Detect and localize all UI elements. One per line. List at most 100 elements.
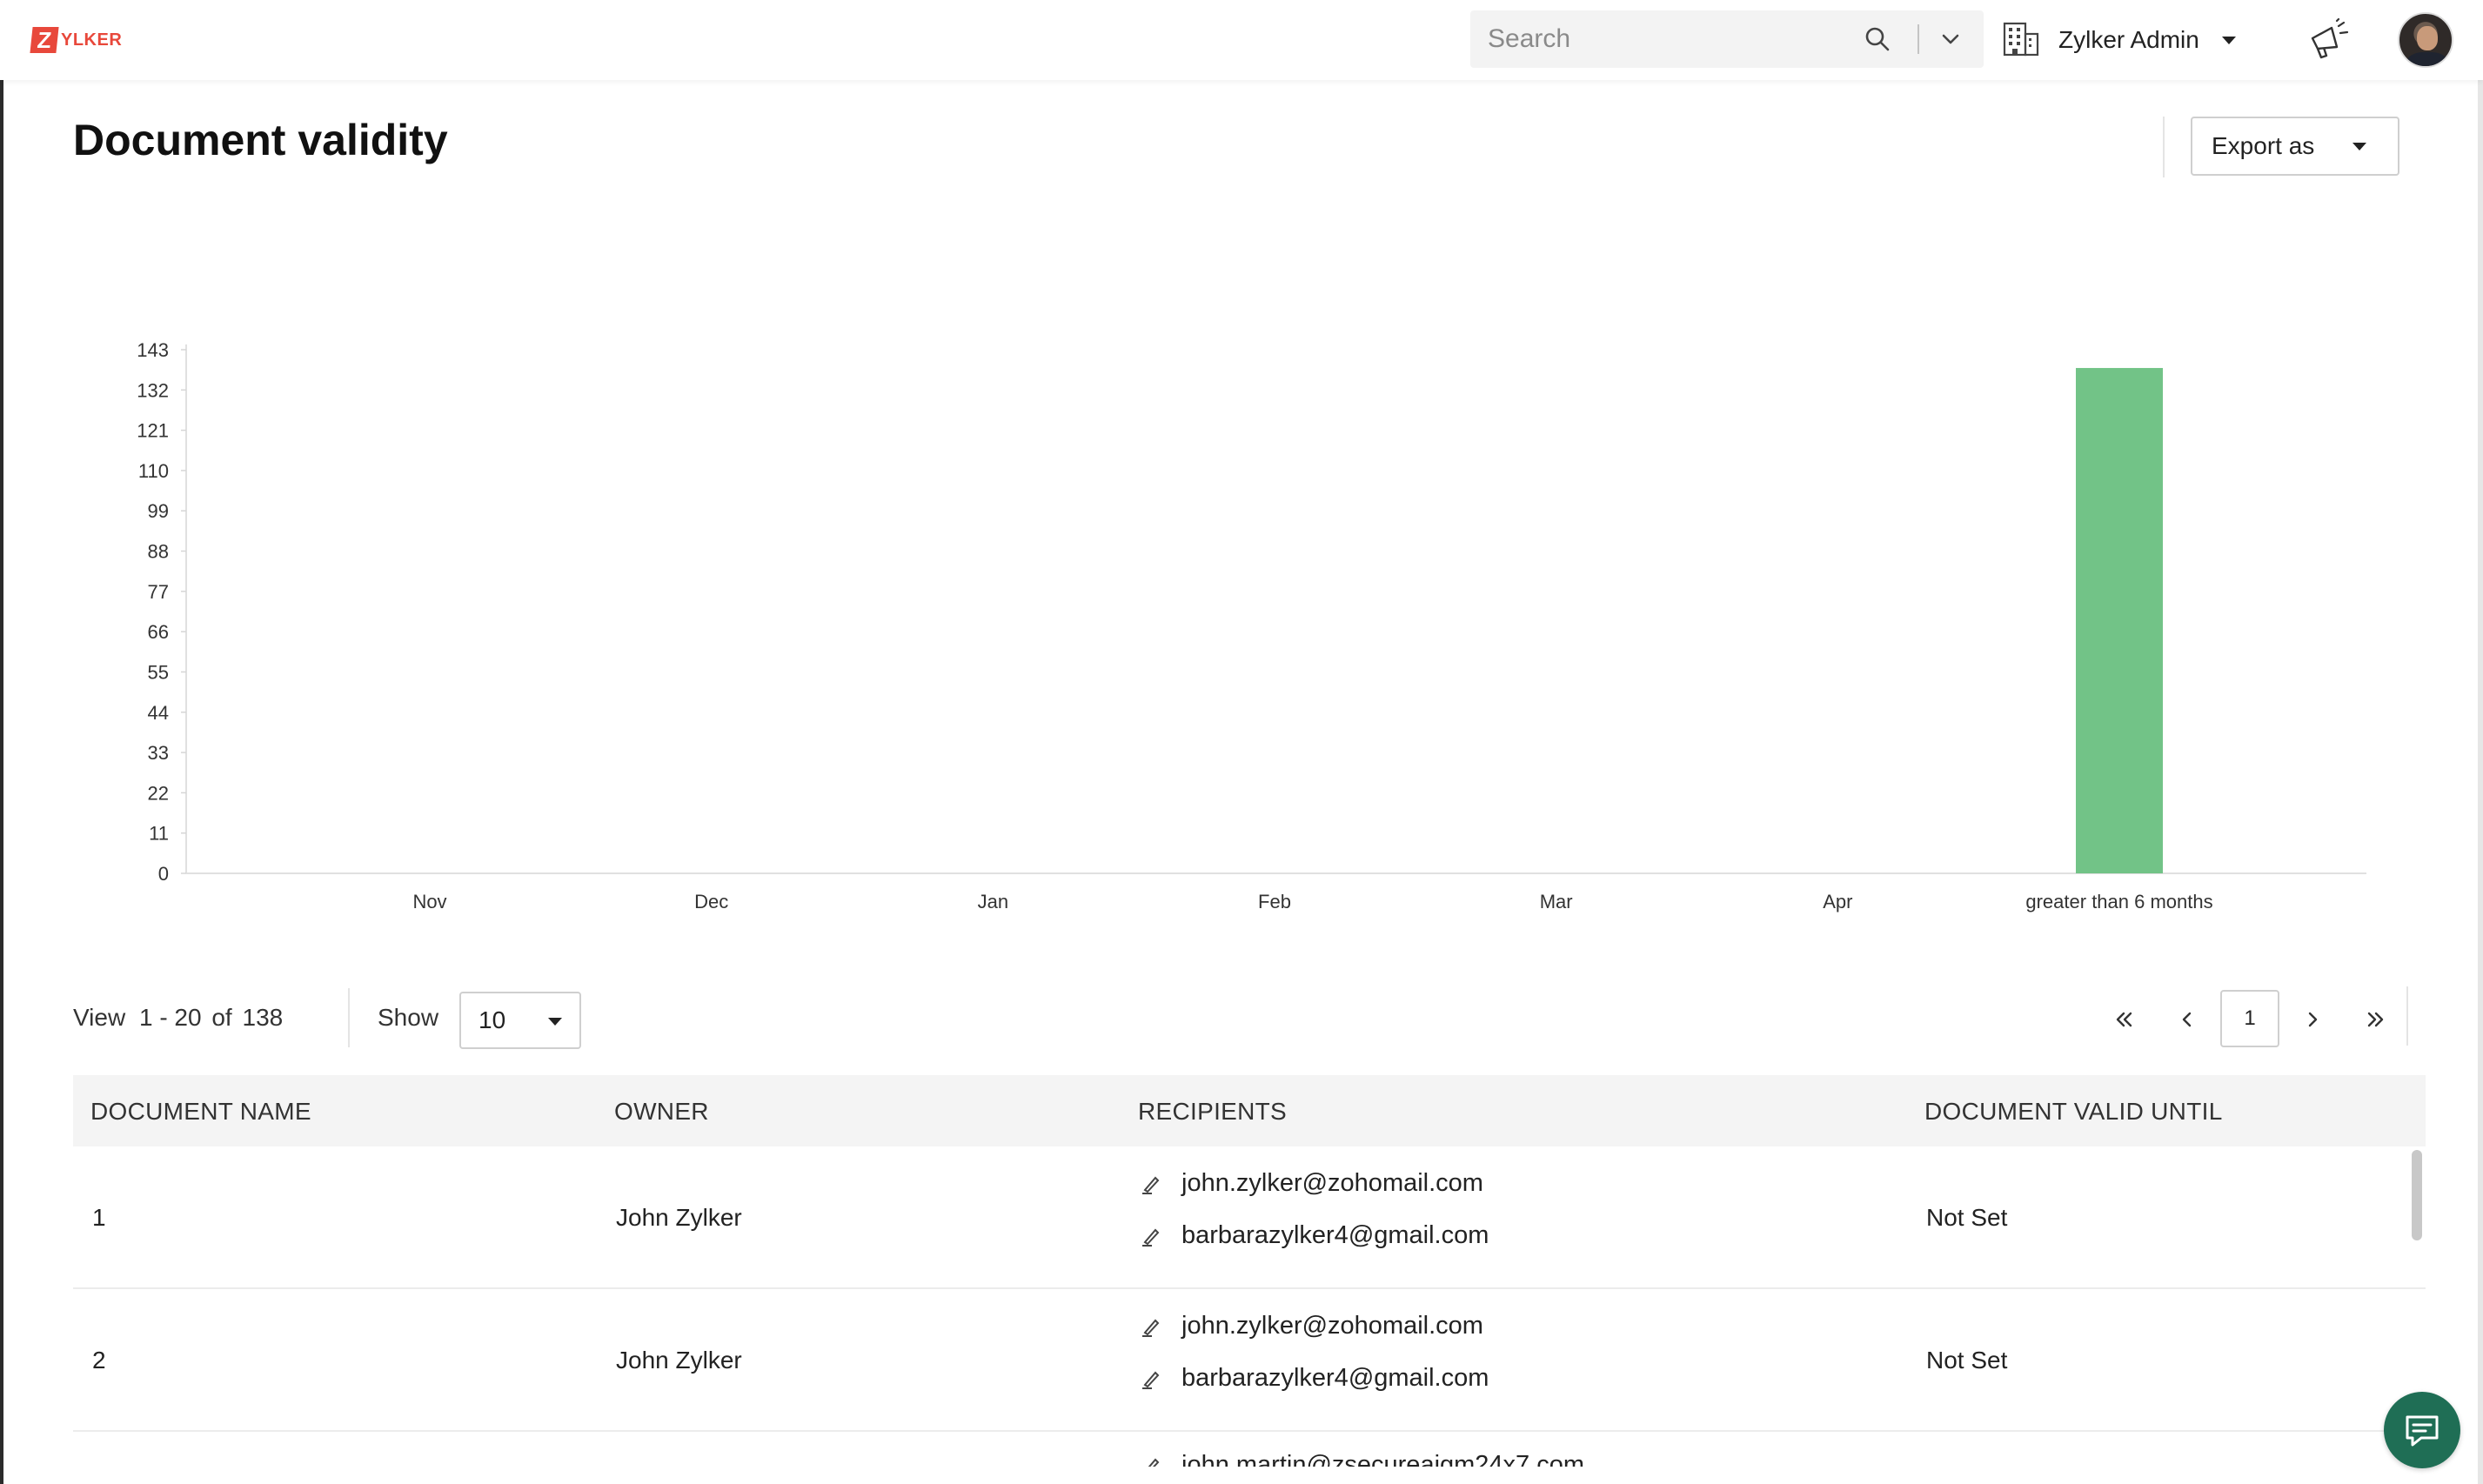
view-range-text: View 1 - 20 of 138: [73, 1004, 283, 1032]
y-tick-label: 66: [148, 621, 169, 643]
signer-pen-icon: [1148, 1458, 1160, 1467]
chat-button[interactable]: [2384, 1392, 2460, 1468]
chevron-left-icon: [2182, 1012, 2192, 1027]
org-name: Zylker Admin: [2058, 26, 2199, 53]
page-size-value: 10: [479, 1006, 506, 1033]
export-label: Export as: [2212, 132, 2315, 159]
last-page-button[interactable]: [2351, 995, 2399, 1044]
recipient-entry: john.martin@zsecureaigm24x7.com: [1140, 1451, 1584, 1467]
user-avatar[interactable]: [2398, 12, 2453, 68]
table-header: DOCUMENT NAME OWNER RECIPIENTS DOCUMENT …: [73, 1075, 2426, 1146]
view-of: of: [211, 1004, 232, 1031]
x-tick-label: greater than 6 months: [2025, 891, 2212, 912]
view-range: 1 - 20: [138, 1004, 202, 1031]
recipient-email: barbarazylker4@gmail.com: [1181, 1364, 1489, 1392]
chevron-down-icon[interactable]: [1938, 27, 1963, 56]
signer-pen-icon: [1142, 1228, 1160, 1247]
column-header-document-name[interactable]: DOCUMENT NAME: [90, 1098, 311, 1126]
x-tick-label: Nov: [412, 891, 446, 912]
column-header-recipients[interactable]: RECIPIENTS: [1138, 1098, 1287, 1126]
y-tick-label: 44: [148, 702, 169, 724]
recipient-entry: john.zylker@zohomail.com: [1140, 1169, 1483, 1198]
signer-pen-icon: [1142, 1176, 1160, 1194]
double-chevron-right-icon: [2367, 1012, 2384, 1027]
y-tick-label: 77: [148, 581, 169, 603]
y-tick-label: 22: [148, 782, 169, 804]
search-divider: [1917, 24, 1919, 54]
y-tick-label: 55: [148, 661, 169, 683]
caret-down-icon: [548, 1018, 562, 1026]
first-page-button[interactable]: [2100, 995, 2149, 1044]
y-tick-label: 0: [158, 863, 169, 885]
table-row[interactable]: 1 John Zylker john.zylker@zohomail.com b…: [73, 1146, 2426, 1289]
recipient-entry: barbarazylker4@gmail.com: [1140, 1364, 1489, 1393]
caret-down-icon: [2352, 143, 2366, 150]
document-validity-chart: 0 11 22 33 44 55 66 77 88 99 110 121 132 143 Nov Dec Ja…: [137, 339, 2366, 912]
y-tick-label: 33: [148, 742, 169, 764]
building-icon: [2001, 18, 2041, 63]
logo-mark: Z: [30, 27, 59, 53]
x-tick-label: Mar: [1540, 891, 1573, 912]
export-as-dropdown[interactable]: Export as: [2191, 117, 2399, 176]
pager-right-divider: [2406, 986, 2408, 1046]
column-header-valid-until[interactable]: DOCUMENT VALID UNTIL: [1924, 1098, 2223, 1126]
search-icon[interactable]: [1864, 25, 1891, 57]
title-divider: [2163, 117, 2165, 177]
view-prefix: View: [73, 1004, 126, 1031]
avatar-face: [2417, 26, 2438, 50]
pagination-bar: View 1 - 20 of 138 Show 10 1: [0, 983, 2483, 1053]
y-tick-label: 110: [138, 460, 169, 482]
signer-pen-icon: [1142, 1319, 1160, 1337]
chat-icon: [2406, 1415, 2439, 1447]
signer-pen-icon: [1142, 1371, 1160, 1389]
valid-until-cell: Not Set: [1926, 1347, 2008, 1374]
table-row-partial[interactable]: john.martin@zsecureaigm24x7.com: [73, 1432, 2426, 1467]
recipient-entry: barbarazylker4@gmail.com: [1140, 1221, 1489, 1250]
previous-page-button[interactable]: [2163, 995, 2212, 1044]
avatar-body: [2406, 52, 2448, 66]
table-row[interactable]: 2 John Zylker john.zylker@zohomail.com b…: [73, 1289, 2426, 1432]
view-total: 138: [242, 1004, 284, 1031]
documents-table: DOCUMENT NAME OWNER RECIPIENTS DOCUMENT …: [73, 1075, 2426, 1467]
y-tick-label: 132: [137, 379, 169, 401]
owner-cell: John Zylker: [616, 1204, 742, 1231]
page-size-select[interactable]: 10: [459, 992, 581, 1049]
page-title: Document validity: [73, 116, 448, 164]
next-page-button[interactable]: [2288, 995, 2337, 1044]
megaphone-icon[interactable]: [2306, 17, 2351, 67]
y-axis: 0 11 22 33 44 55 66 77 88 99 110 121 132 143: [137, 339, 187, 885]
window-left-edge: [0, 80, 3, 1484]
document-name-cell[interactable]: 2: [92, 1347, 106, 1374]
y-tick-label: 88: [148, 541, 169, 563]
y-tick-label: 99: [148, 500, 169, 522]
y-tick-label: 11: [149, 823, 169, 845]
double-chevron-left-icon: [2116, 1012, 2132, 1027]
search-box: [1470, 10, 1984, 68]
x-axis: Nov Dec Jan Feb Mar Apr greater than 6 months: [186, 872, 2366, 912]
page-scrollbar-track[interactable]: [2478, 80, 2483, 1484]
show-label: Show: [378, 1004, 439, 1031]
owner-cell: John Zylker: [616, 1347, 742, 1374]
column-header-owner[interactable]: OWNER: [614, 1098, 709, 1126]
chevron-right-icon: [2308, 1012, 2318, 1027]
recipient-entry: john.zylker@zohomail.com: [1140, 1312, 1483, 1340]
bar: [2076, 368, 2163, 873]
x-tick-label: Feb: [1258, 891, 1291, 912]
recipient-email: john.martin@zsecureaigm24x7.com: [1181, 1451, 1585, 1467]
valid-until-cell: Not Set: [1926, 1204, 2008, 1231]
recipient-email: john.zylker@zohomail.com: [1181, 1169, 1483, 1197]
bars: [2076, 368, 2163, 873]
document-name-cell[interactable]: 1: [92, 1204, 106, 1232]
zylker-logo[interactable]: Z YLKER: [30, 24, 123, 56]
pager-divider: [348, 988, 350, 1047]
x-tick-label: Apr: [1823, 891, 1852, 912]
x-tick-label: Jan: [978, 891, 1008, 912]
top-bar: Z YLKER Zylker Admin: [0, 0, 2483, 80]
current-page-indicator[interactable]: 1: [2220, 990, 2279, 1047]
table-scrollbar-thumb[interactable]: [2412, 1150, 2422, 1240]
y-tick-label: 143: [137, 339, 169, 361]
logo-text: YLKER: [61, 30, 123, 50]
search-input[interactable]: [1470, 24, 1853, 54]
org-switcher[interactable]: Zylker Admin: [2001, 16, 2236, 64]
recipient-email: john.zylker@zohomail.com: [1181, 1312, 1483, 1340]
